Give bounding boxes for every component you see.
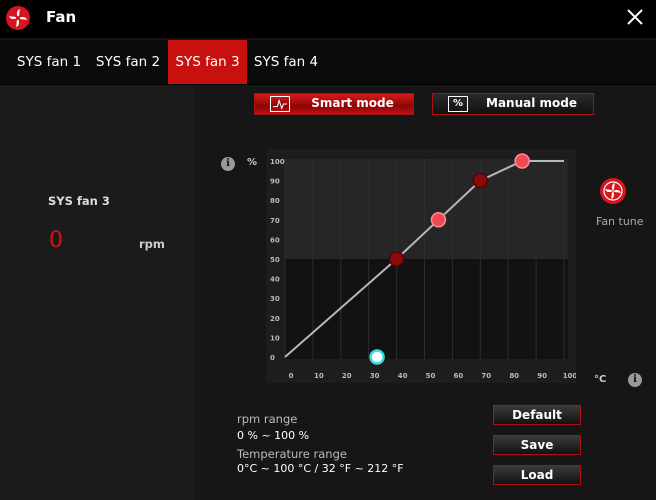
rpm-range-value: 0 % ~ 100 % bbox=[237, 429, 310, 442]
curve-control-point[interactable] bbox=[430, 212, 447, 228]
fan-rpm-unit: rpm bbox=[139, 237, 165, 251]
default-button[interactable]: Default bbox=[493, 405, 581, 425]
x-tick-label: 20 bbox=[342, 372, 352, 380]
x-tick-label: 0 bbox=[289, 372, 294, 380]
y-tick-label: 80 bbox=[270, 197, 280, 205]
tab-sys-fan-2[interactable]: SYS fan 2 bbox=[90, 40, 166, 84]
manual-mode-label: Manual mode bbox=[486, 96, 577, 110]
y-tick-label: 10 bbox=[270, 334, 280, 342]
smart-mode-button[interactable]: Smart mode bbox=[254, 93, 414, 115]
y-tick-label: 70 bbox=[270, 217, 280, 225]
upper-zone bbox=[285, 159, 568, 259]
x-tick-label: 50 bbox=[426, 372, 436, 380]
rpm-range-label: rpm range bbox=[237, 412, 298, 426]
y-tick-label: 30 bbox=[270, 295, 280, 303]
x-tick-label: 10 bbox=[314, 372, 324, 380]
curve-control-point[interactable] bbox=[388, 251, 405, 267]
fan-info-panel bbox=[0, 86, 195, 500]
tab-bar: SYS fan 1 SYS fan 2 SYS fan 3 SYS fan 4 bbox=[0, 40, 656, 85]
y-tick-label: 60 bbox=[270, 236, 280, 244]
temperature-range-value: 0°C ~ 100 °C / 32 °F ~ 212 °F bbox=[237, 462, 404, 475]
y-tick-label: 40 bbox=[270, 276, 280, 284]
tab-sys-fan-3[interactable]: SYS fan 3 bbox=[168, 40, 247, 84]
curve-icon bbox=[270, 96, 290, 112]
curve-control-point[interactable] bbox=[472, 172, 489, 189]
current-temperature-marker bbox=[369, 349, 385, 365]
x-tick-label: 30 bbox=[370, 372, 380, 380]
title-bar: Fan bbox=[0, 0, 656, 38]
y-tick-label: 90 bbox=[270, 178, 280, 186]
curve-control-point[interactable] bbox=[514, 153, 530, 169]
chart-info-icon[interactable]: i bbox=[221, 157, 235, 171]
load-button[interactable]: Load bbox=[493, 465, 581, 485]
manual-mode-button[interactable]: % Manual mode bbox=[432, 93, 594, 115]
fan-curve-svg[interactable]: 0 10 20 30 40 50 60 70 80 90 100 0 10 20 30 40 50 60 70 80 9… bbox=[266, 149, 577, 383]
fan-tune-label: Fan tune bbox=[596, 215, 644, 228]
fan-logo-icon bbox=[6, 6, 30, 30]
fan-tune-icon[interactable] bbox=[599, 177, 627, 205]
fan-name-label: SYS fan 3 bbox=[48, 194, 110, 208]
x-tick-label: 80 bbox=[509, 372, 519, 380]
y-tick-label: 20 bbox=[270, 315, 280, 323]
y-axis-unit: % bbox=[247, 157, 258, 168]
y-tick-label: 100 bbox=[270, 158, 285, 166]
smart-mode-label: Smart mode bbox=[311, 96, 394, 110]
temperature-info-icon[interactable]: i bbox=[628, 373, 642, 387]
y-tick-label: 50 bbox=[270, 256, 280, 264]
x-tick-label: 90 bbox=[537, 372, 547, 380]
x-axis-unit: °C bbox=[594, 374, 607, 385]
x-tick-label: 60 bbox=[454, 372, 464, 380]
fan-rpm-value: 0 bbox=[49, 228, 63, 253]
close-icon[interactable] bbox=[622, 4, 648, 30]
tab-sys-fan-4[interactable]: SYS fan 4 bbox=[248, 40, 324, 84]
fan-curve-chart[interactable]: 0 10 20 30 40 50 60 70 80 90 100 0 10 20 30 40 50 60 70 80 9… bbox=[266, 149, 577, 383]
x-tick-label: 70 bbox=[481, 372, 491, 380]
percent-icon: % bbox=[448, 96, 468, 112]
temperature-range-label: Temperature range bbox=[237, 447, 347, 461]
tab-sys-fan-1[interactable]: SYS fan 1 bbox=[10, 40, 88, 84]
x-tick-label: 40 bbox=[398, 372, 408, 380]
window-title: Fan bbox=[46, 8, 77, 26]
x-tick-label: 100 bbox=[563, 372, 576, 380]
save-button[interactable]: Save bbox=[493, 435, 581, 455]
y-tick-label: 0 bbox=[270, 354, 275, 362]
